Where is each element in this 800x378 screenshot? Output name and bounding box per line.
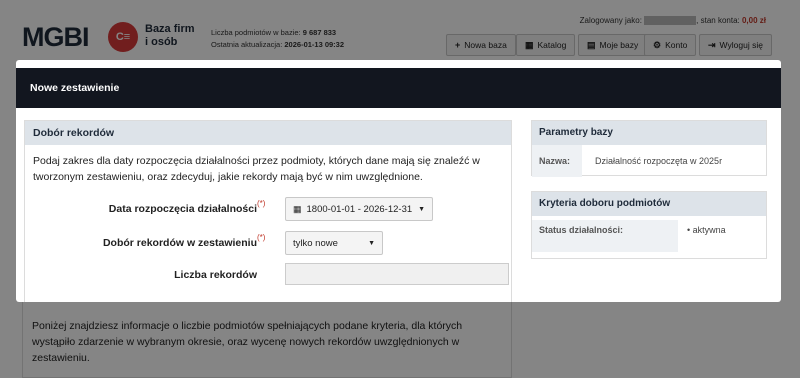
date-range-label: Data rozpoczęcia działalności — [108, 203, 257, 215]
status-row: Status działalności: • aktywna — [532, 220, 766, 252]
database-name-row: Nazwa: Działalność rozpoczęta w 2025r — [532, 145, 766, 177]
status-value-item: • aktywna — [687, 225, 726, 235]
record-selection-title: Dobór rekordów — [25, 121, 511, 145]
selection-mode-value: tylko nowe — [293, 237, 338, 249]
database-params-panel: Parametry bazy Nazwa: Działalność rozpoc… — [531, 120, 767, 177]
calendar-icon: ▦ — [293, 203, 302, 214]
chevron-down-icon: ▼ — [368, 239, 375, 247]
chevron-down-icon: ▼ — [418, 205, 426, 213]
required-mark: (*) — [257, 233, 266, 242]
selection-criteria-title: Kryteria doboru podmiotów — [532, 192, 766, 216]
new-report-modal: Nowe zestawienie Dobór rekordów Podaj za… — [16, 60, 781, 302]
modal-title: Nowe zestawienie — [16, 68, 781, 108]
status-value: aktywna — [692, 225, 726, 235]
required-mark: (*) — [257, 199, 266, 208]
record-count-field[interactable] — [285, 263, 509, 285]
record-count-row: Liczba rekordów — [25, 263, 509, 287]
selection-mode-row: Dobór rekordów w zestawieniu (*) tylko n… — [25, 231, 505, 255]
selection-criteria-panel: Kryteria doboru podmiotów Status działal… — [531, 191, 767, 259]
database-name-value: Działalność rozpoczęta w 2025r — [595, 156, 723, 166]
database-name-key: Nazwa: — [532, 145, 582, 177]
selection-mode-select[interactable]: tylko nowe ▼ — [285, 231, 383, 255]
date-range-picker[interactable]: ▦ 1800-01-01 - 2026-12-31 ▼ — [285, 197, 434, 221]
selection-mode-label: Dobór rekordów w zestawieniu — [102, 237, 257, 249]
database-params-title: Parametry bazy — [532, 121, 766, 145]
date-range-row: Data rozpoczęcia działalności (*) ▦ 1800… — [25, 197, 505, 221]
record-count-label: Liczba rekordów — [174, 269, 257, 281]
status-key: Status działalności: — [532, 220, 678, 252]
date-range-value: 1800-01-01 - 2026-12-31 — [306, 203, 413, 215]
record-selection-description: Podaj zakres dla daty rozpoczęcia działa… — [33, 155, 480, 183]
record-selection-panel: Dobór rekordów Podaj zakres dla daty roz… — [24, 120, 512, 302]
